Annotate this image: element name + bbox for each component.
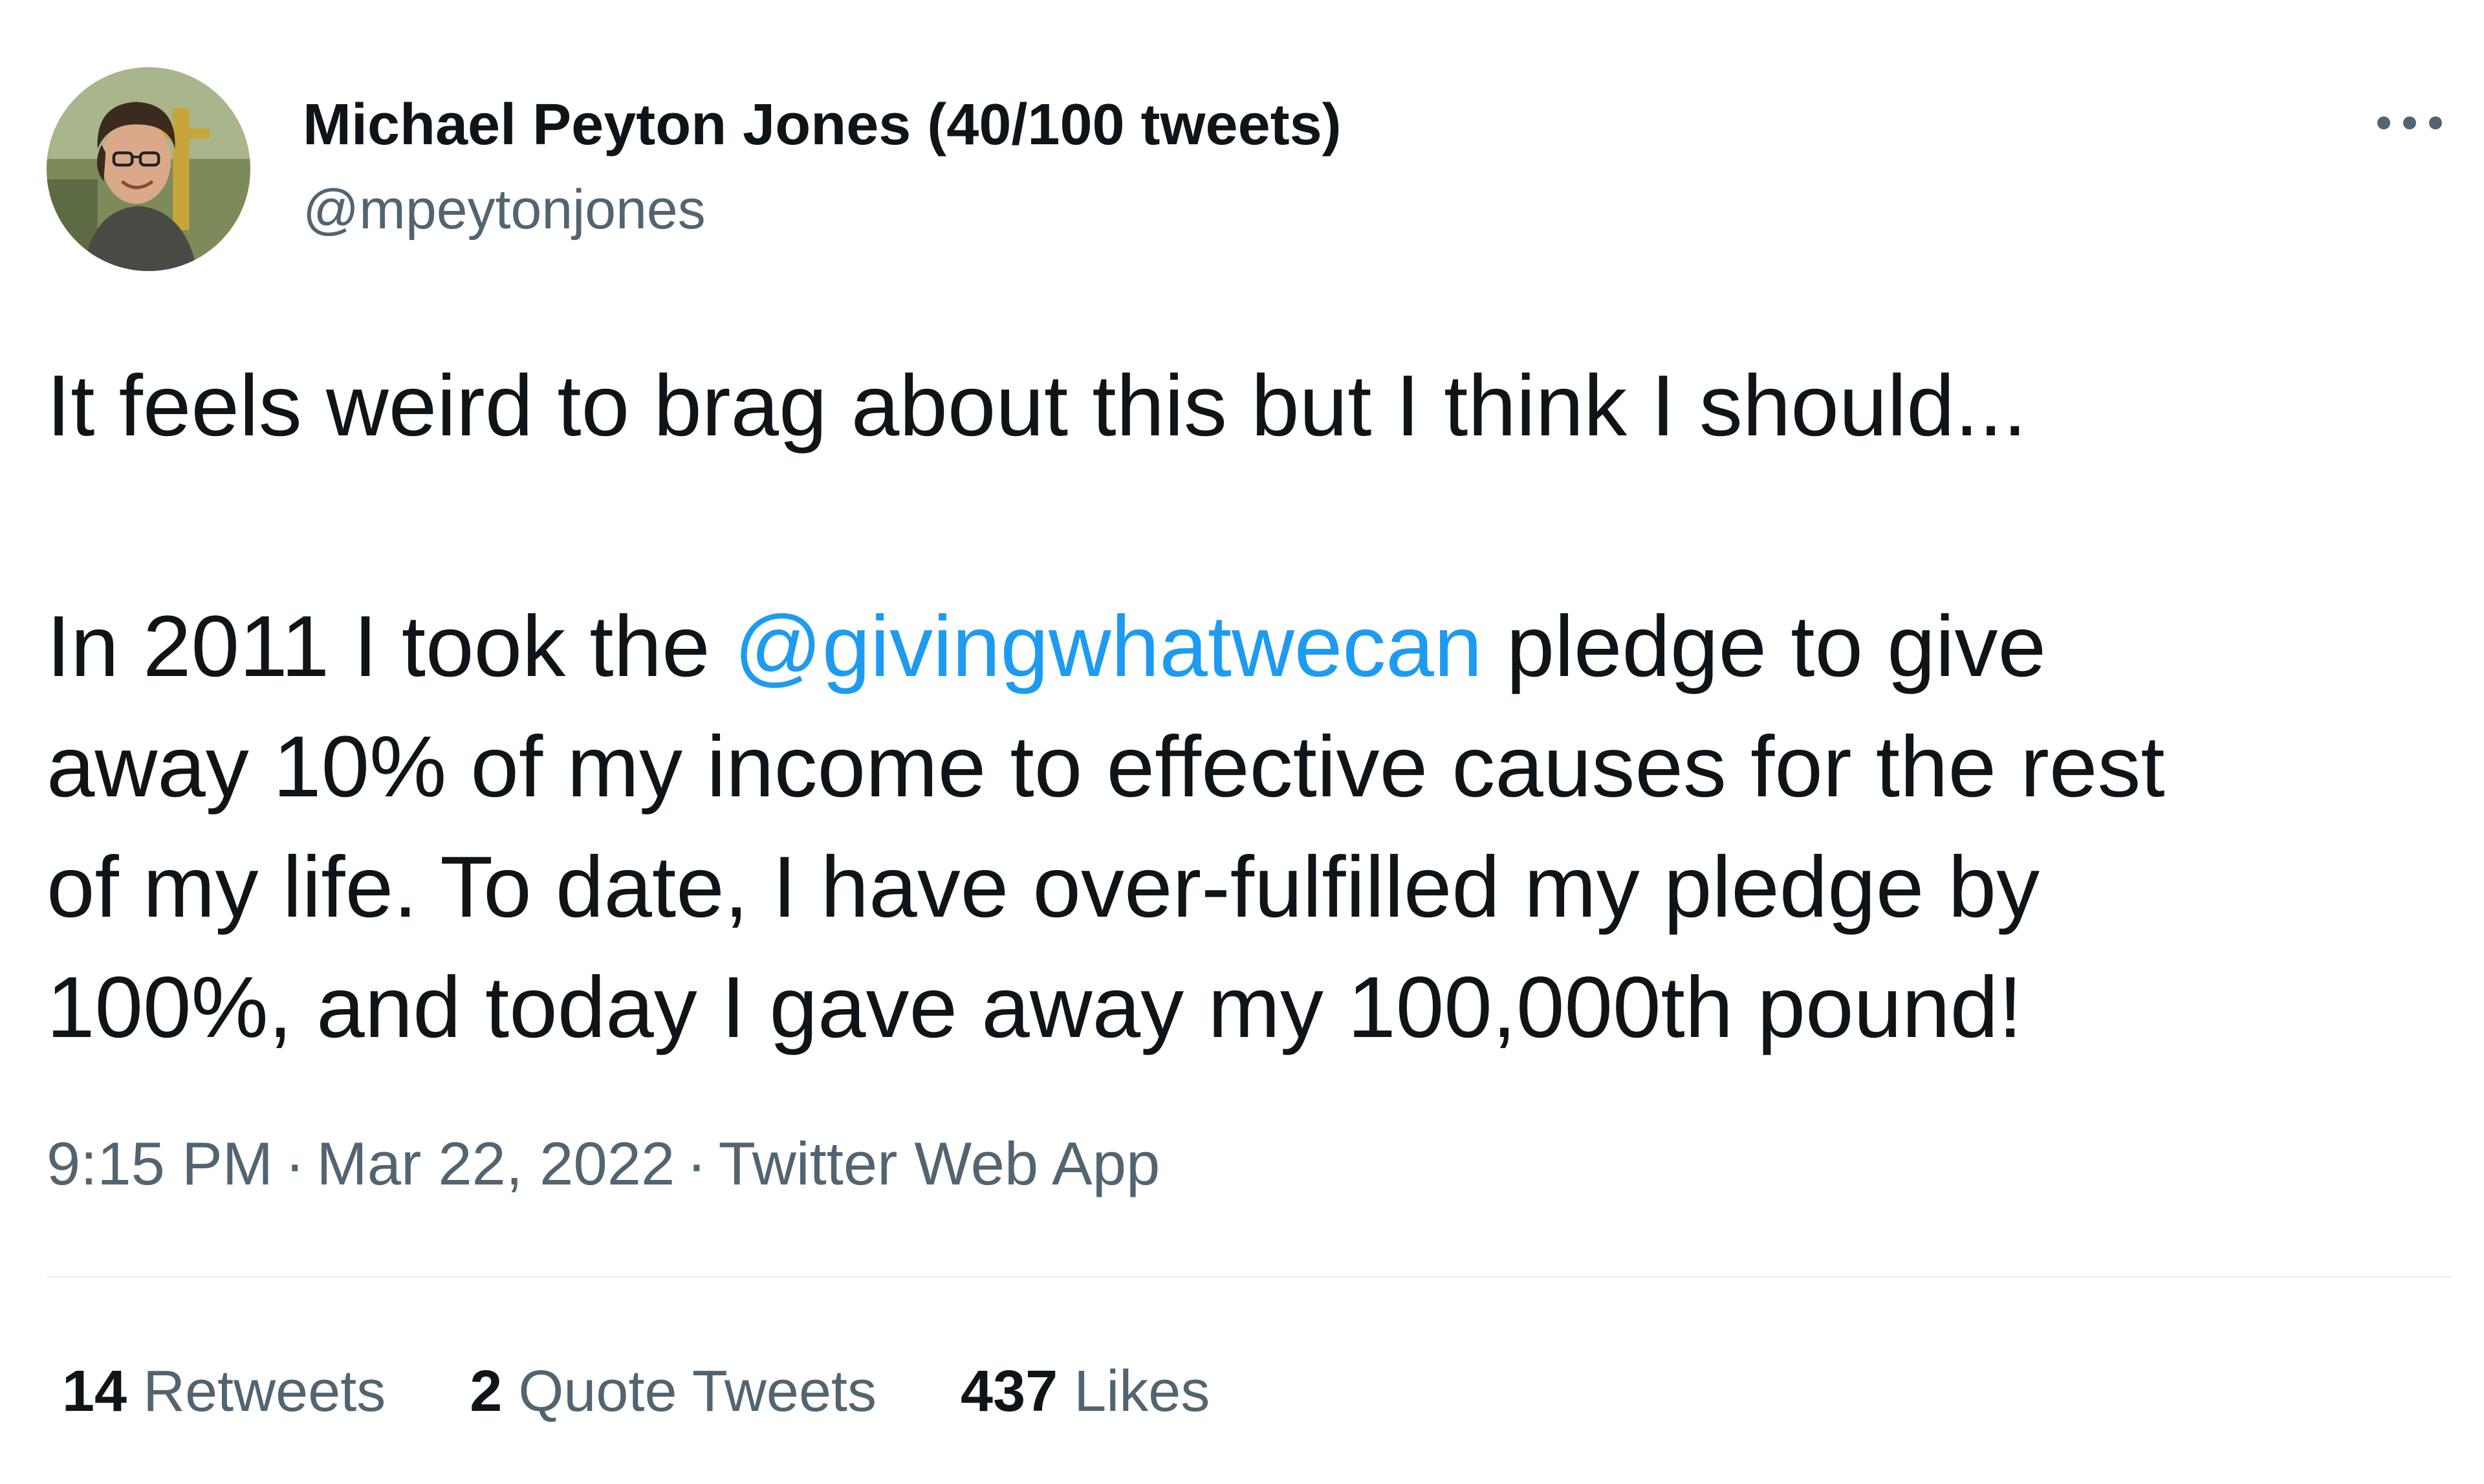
author-display-name[interactable]: Michael Peyton Jones (40/100 tweets): [303, 92, 1342, 158]
separator-dot: ·: [285, 1129, 305, 1197]
separator-dot: ·: [686, 1129, 707, 1197]
mention-link[interactable]: @givingwhatwecan: [734, 598, 1483, 695]
more-options-button[interactable]: [2368, 97, 2452, 149]
tweet-line: It feels weird to brag about this but I …: [47, 358, 2027, 454]
tweet-card: Michael Peyton Jones (40/100 tweets) @mp…: [0, 0, 2484, 1484]
tweet-date[interactable]: Mar 22, 2022: [316, 1129, 675, 1197]
more-horizontal-icon: [2377, 116, 2442, 129]
tweet-line: In 2011 I took the @givingwhatwecan pled…: [47, 587, 2453, 707]
tweet-text: It feels weird to brag about this but I …: [47, 346, 2453, 1068]
retweets-count: 14: [62, 1359, 127, 1424]
avatar[interactable]: [47, 67, 250, 271]
tweet-source[interactable]: Twitter Web App: [719, 1129, 1160, 1197]
author-handle[interactable]: @mpeytonjones: [303, 178, 706, 242]
tweet-line: of my life. To date, I have over-fulfill…: [47, 839, 2040, 935]
profile-photo-icon: [47, 67, 250, 271]
tweet-metadata: 9:15 PM · Mar 22, 2022 · Twitter Web App: [47, 1129, 1160, 1199]
divider: [47, 1276, 2453, 1278]
likes-count: 437: [961, 1359, 1058, 1424]
likes-stat[interactable]: 437 Likes: [961, 1359, 1210, 1425]
likes-label: Likes: [1074, 1359, 1210, 1424]
tweet-text-segment: pledge to give: [1482, 598, 2047, 695]
retweets-stat[interactable]: 14 Retweets: [62, 1359, 386, 1425]
retweets-label: Retweets: [143, 1359, 386, 1424]
tweet-line: 100%, and today I gave away my 100,000th…: [47, 959, 2023, 1056]
tweet-time[interactable]: 9:15 PM: [47, 1129, 273, 1197]
tweet-text-segment: In 2011 I took the: [47, 598, 734, 695]
quote-tweets-count: 2: [470, 1359, 503, 1424]
quote-tweets-stat[interactable]: 2 Quote Tweets: [470, 1359, 877, 1425]
quote-tweets-label: Quote Tweets: [518, 1359, 877, 1424]
tweet-line: away 10% of my income to effective cause…: [47, 719, 2165, 815]
engagement-stats: 14 Retweets 2 Quote Tweets 437 Likes: [62, 1359, 1294, 1425]
